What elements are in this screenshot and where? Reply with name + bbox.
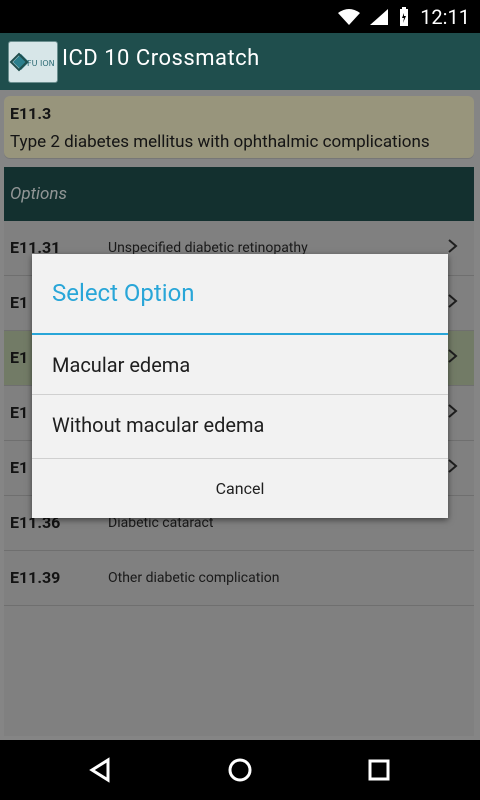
clock: 12:11 (420, 5, 470, 29)
app-logo[interactable]: FU ION (8, 41, 58, 83)
cancel-button[interactable]: Cancel (32, 458, 448, 518)
app-bar: FU ION ICD 10 Crossmatch (0, 33, 480, 90)
wifi-icon (338, 9, 361, 25)
dialog-option-label: Macular edema (52, 353, 191, 377)
dialog-option-without-macular-edema[interactable]: Without macular edema (32, 395, 448, 455)
dialog-title: Select Option (52, 279, 195, 307)
app-title: ICD 10 Crossmatch (62, 46, 260, 71)
cancel-button-label: Cancel (215, 479, 265, 498)
recents-icon[interactable] (361, 752, 397, 788)
battery-charging-icon (400, 7, 409, 26)
dialog-option-label: Without macular edema (52, 413, 265, 437)
select-option-dialog: Select Option Macular edema Without macu… (32, 254, 448, 518)
cell-signal-icon (370, 9, 389, 25)
app-logo-text: FU ION (27, 59, 55, 68)
navigation-bar (0, 740, 480, 800)
back-icon[interactable] (82, 752, 118, 788)
app-logo-icon: FU ION (9, 52, 55, 72)
home-icon[interactable] (222, 752, 258, 788)
status-bar: 12:11 (0, 0, 480, 33)
status-icons: 12:11 (338, 5, 470, 29)
dialog-option-macular-edema[interactable]: Macular edema (32, 335, 448, 395)
